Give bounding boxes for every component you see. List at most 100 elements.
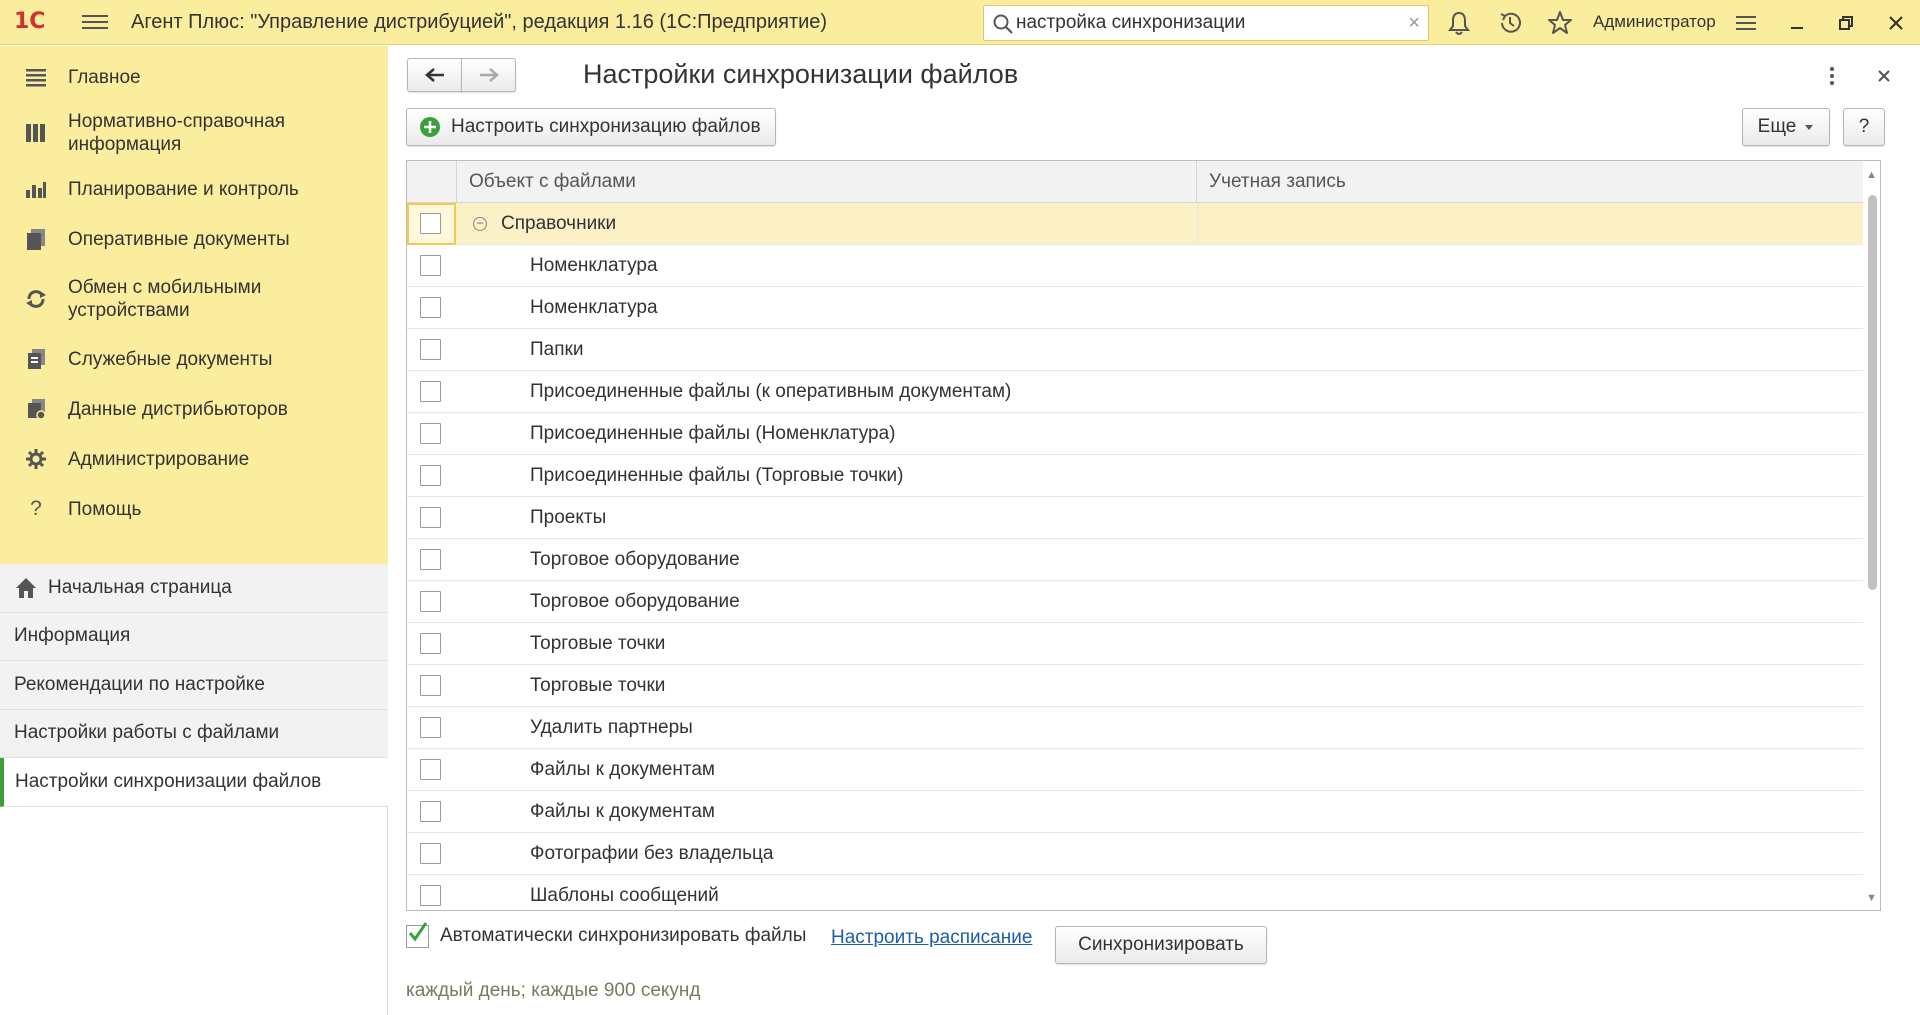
row-checkbox[interactable] xyxy=(420,255,441,276)
open-item-file-settings[interactable]: Настройки работы с файлами xyxy=(0,709,388,758)
clear-search-icon[interactable]: × xyxy=(1408,12,1420,35)
open-item-setup-recommendations[interactable]: Рекомендации по настройке xyxy=(0,661,388,710)
open-item-information[interactable]: Информация xyxy=(0,612,388,661)
restore-icon xyxy=(1839,16,1853,30)
table-row[interactable]: Проекты xyxy=(407,497,1865,539)
object-cell: Шаблоны сообщений xyxy=(530,885,719,906)
more-button[interactable]: Еще xyxy=(1742,108,1830,146)
notifications-bell-icon[interactable] xyxy=(1445,9,1473,37)
vertical-scrollbar[interactable]: ▲ ▼ xyxy=(1863,161,1880,910)
sync-icon xyxy=(23,286,49,312)
row-checkbox[interactable] xyxy=(420,801,441,822)
table-row[interactable]: Присоединенные файлы (к оперативным доку… xyxy=(407,371,1865,413)
help-label: ? xyxy=(1858,116,1870,137)
arrow-left-icon xyxy=(424,68,444,82)
column-header-object[interactable]: Объект с файлами xyxy=(457,161,1197,203)
dropdown-arrow-icon xyxy=(1805,125,1814,130)
section-help[interactable]: ? Помощь xyxy=(0,484,388,534)
section-main[interactable]: Главное xyxy=(0,52,388,102)
close-window-button[interactable] xyxy=(1876,6,1916,40)
gear-icon xyxy=(23,446,49,472)
section-administration[interactable]: Администрирование xyxy=(0,434,388,484)
row-checkbox[interactable] xyxy=(420,633,441,654)
help-button[interactable]: ? xyxy=(1843,108,1885,146)
row-checkbox[interactable] xyxy=(420,381,441,402)
section-label: Главное xyxy=(68,66,141,88)
settings-lines-icon[interactable] xyxy=(1732,9,1760,37)
history-icon[interactable] xyxy=(1496,9,1524,37)
back-button[interactable] xyxy=(407,58,462,92)
table-row-group[interactable]: − Справочники xyxy=(407,203,1865,245)
object-cell: Торговые точки xyxy=(530,633,666,654)
column-header-account[interactable]: Учетная запись xyxy=(1197,161,1865,203)
synchronize-button[interactable]: Синхронизировать xyxy=(1055,926,1267,964)
row-checkbox[interactable] xyxy=(420,885,441,906)
account-cell[interactable] xyxy=(1197,203,1865,245)
configure-schedule-link[interactable]: Настроить расписание xyxy=(831,927,1032,949)
collapse-icon[interactable]: − xyxy=(473,217,487,231)
checkbox-cell xyxy=(407,203,456,245)
section-reference-info[interactable]: Нормативно-справочная информация xyxy=(0,102,388,164)
sync-objects-table[interactable]: Объект с файлами Учетная запись − Справо… xyxy=(406,160,1881,911)
section-planning[interactable]: Планирование и контроль xyxy=(0,164,388,214)
search-box[interactable]: × xyxy=(983,5,1429,41)
table-row[interactable]: Папки xyxy=(407,329,1865,371)
table-row[interactable]: Номенклатура xyxy=(407,245,1865,287)
row-checkbox[interactable] xyxy=(420,759,441,780)
service-docs-icon xyxy=(23,346,49,372)
row-checkbox[interactable] xyxy=(420,549,441,570)
setup-sync-button[interactable]: Настроить синхронизацию файлов xyxy=(406,108,776,146)
forward-button[interactable] xyxy=(461,58,516,92)
table-row[interactable]: Торговые точки xyxy=(407,623,1865,665)
table-row[interactable]: Файлы к документам xyxy=(407,791,1865,833)
section-service-docs[interactable]: Служебные документы xyxy=(0,334,388,384)
row-checkbox[interactable] xyxy=(420,675,441,696)
restore-button[interactable] xyxy=(1826,6,1866,40)
1c-logo[interactable]: 1С xyxy=(14,9,68,35)
sections-panel: Главное Нормативно-справочная информация… xyxy=(0,46,388,564)
section-operational-docs[interactable]: Оперативные документы xyxy=(0,214,388,264)
row-checkbox[interactable] xyxy=(420,339,441,360)
section-distributor-data[interactable]: Данные дистрибьюторов xyxy=(0,384,388,434)
open-item-label: Рекомендации по настройке xyxy=(14,673,265,695)
user-name[interactable]: Администратор xyxy=(1593,12,1716,32)
row-checkbox[interactable] xyxy=(420,465,441,486)
table-row[interactable]: Торговое оборудование xyxy=(407,581,1865,623)
arrow-right-icon xyxy=(479,68,499,82)
table-row[interactable]: Торговое оборудование xyxy=(407,539,1865,581)
search-input[interactable] xyxy=(1016,11,1386,35)
scroll-up-icon[interactable]: ▲ xyxy=(1866,169,1877,181)
table-row[interactable]: Присоединенные файлы (Торговые точки) xyxy=(407,455,1865,497)
auto-sync-checkbox[interactable] xyxy=(406,922,429,948)
table-row[interactable]: Присоединенные файлы (Номенклатура) xyxy=(407,413,1865,455)
object-cell: Удалить партнеры xyxy=(530,717,693,738)
open-item-file-sync-settings[interactable]: Настройки синхронизации файлов xyxy=(0,758,388,807)
row-checkbox[interactable] xyxy=(420,843,441,864)
table-row[interactable]: Удалить партнеры xyxy=(407,707,1865,749)
open-item-home[interactable]: Начальная страница xyxy=(0,564,388,613)
more-vertical-icon[interactable] xyxy=(1826,64,1838,88)
favorites-star-icon[interactable] xyxy=(1546,9,1574,37)
scroll-thumb[interactable] xyxy=(1868,195,1877,590)
row-checkbox[interactable] xyxy=(420,717,441,738)
minimize-button[interactable] xyxy=(1777,6,1817,40)
row-checkbox[interactable] xyxy=(420,213,441,234)
scroll-down-icon[interactable]: ▼ xyxy=(1866,892,1877,904)
object-cell: Проекты xyxy=(530,507,607,528)
row-checkbox[interactable] xyxy=(420,297,441,318)
close-form-icon[interactable] xyxy=(1876,68,1892,84)
row-checkbox[interactable] xyxy=(420,423,441,444)
table-row[interactable]: Номенклатура xyxy=(407,287,1865,329)
table-row[interactable]: Фотографии без владельца xyxy=(407,833,1865,875)
table-row[interactable]: Торговые точки xyxy=(407,665,1865,707)
table-row[interactable]: Шаблоны сообщений xyxy=(407,875,1865,910)
close-icon xyxy=(1889,16,1903,30)
row-checkbox[interactable] xyxy=(420,591,441,612)
main-menu-icon[interactable] xyxy=(82,11,108,33)
documents-icon xyxy=(23,226,49,252)
row-checkbox[interactable] xyxy=(420,507,441,528)
auto-sync-label[interactable]: Автоматически синхронизировать файлы xyxy=(440,925,806,947)
object-cell: Фотографии без владельца xyxy=(530,843,774,864)
section-mobile-exchange[interactable]: Обмен с мобильными устройствами xyxy=(0,264,388,334)
table-row[interactable]: Файлы к документам xyxy=(407,749,1865,791)
